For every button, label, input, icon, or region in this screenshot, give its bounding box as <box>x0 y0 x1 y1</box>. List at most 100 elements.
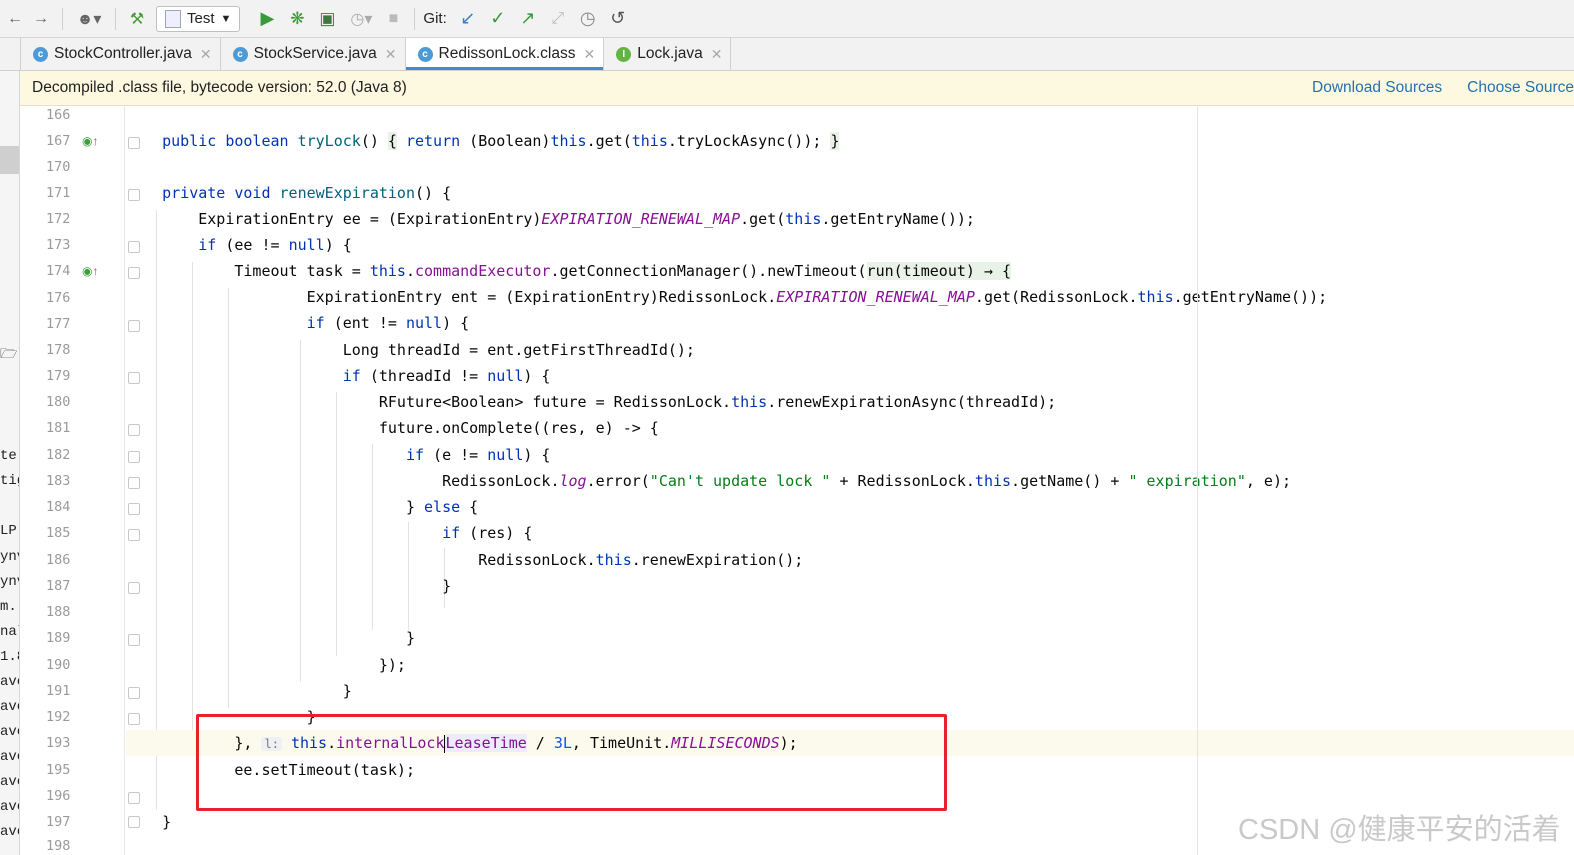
code-token: this <box>595 551 632 569</box>
profile-dropdown-icon[interactable]: ◷▾ <box>342 6 380 32</box>
line-number: 193 <box>46 735 71 751</box>
code-token: EXPIRATION_RENEWAL_MAP <box>541 210 741 228</box>
line-number: 173 <box>46 237 71 253</box>
close-icon[interactable]: ✕ <box>200 46 212 63</box>
line-number: 184 <box>46 499 71 515</box>
toolbar-divider <box>115 7 116 30</box>
line-number: 192 <box>46 709 71 725</box>
line-number: 167 <box>46 133 71 149</box>
panel-text-fragment: ave <box>0 674 19 690</box>
download-sources-link[interactable]: Download Sources <box>1312 79 1442 97</box>
interface-icon: I <box>616 46 632 62</box>
watermark-text: CSDN @健康平安的活着 <box>1238 814 1561 846</box>
override-marker-icon[interactable]: ◉↑ <box>82 264 98 278</box>
debug-icon[interactable]: ❋ <box>282 6 312 32</box>
forward-arrow-icon[interactable]: → <box>28 6 54 32</box>
code-line: RedissonLock.log.error("Can't update loc… <box>126 468 1574 494</box>
toolbar-divider <box>414 7 416 30</box>
decompiled-notice-banner: Decompiled .class file, bytecode version… <box>20 71 1574 106</box>
code-line: if (ee != null) { <box>126 232 1574 258</box>
line-number: 170 <box>46 159 71 175</box>
code-token: } <box>405 629 415 647</box>
code-line: future.onComplete((res, e) -> { <box>126 415 1574 441</box>
code-token: .error( <box>586 472 650 490</box>
code-token: null <box>405 314 443 332</box>
main-toolbar: ← → ☻▾ ⚒ Test ▼ ▶ ❋ ▣ ◷▾ ■ Git: ↙ ✓ ↗ ⤢ … <box>0 0 1574 38</box>
code-token: (res) { <box>460 524 533 542</box>
code-token: void <box>234 184 271 202</box>
code-token: RFuture<Boolean> future = RedissonLock. <box>378 393 732 411</box>
code-line: Long threadId = ent.getFirstThreadId(); <box>126 337 1574 363</box>
tab-redissonlock[interactable]: c RedissonLock.class ✕ <box>405 38 605 70</box>
panel-text-fragment: m. <box>0 599 17 615</box>
code-line: if (res) { <box>126 520 1574 546</box>
git-history-icon[interactable]: ◷ <box>573 6 603 32</box>
choose-sources-link[interactable]: Choose Source <box>1467 79 1574 97</box>
code-token: ) { <box>324 236 352 254</box>
code-token: .tryLockAsync()); <box>667 132 822 150</box>
code-token: } <box>162 813 172 831</box>
git-label: Git: <box>423 10 447 27</box>
code-line: ExpirationEntry ee = (ExpirationEntry)EX… <box>126 206 1574 232</box>
code-token: .renewExpiration(); <box>631 551 804 569</box>
code-token: .getName() + <box>1011 472 1129 490</box>
git-update-icon[interactable]: ↙ <box>453 6 483 32</box>
git-push-icon[interactable]: ↗ <box>513 6 543 32</box>
back-arrow-icon[interactable]: ← <box>2 6 28 32</box>
code-token: .getConnectionManager().newTimeout( <box>550 262 867 280</box>
tab-stockcontroller[interactable]: c StockController.java ✕ <box>21 38 221 70</box>
close-icon[interactable]: ✕ <box>385 46 397 63</box>
code-line: }); <box>126 652 1574 678</box>
line-number: 198 <box>46 838 71 854</box>
panel-text-fragment: ave <box>0 724 19 740</box>
editor-gutter[interactable]: 166 167 170 171 172 173 174 176 177 178 … <box>20 106 140 855</box>
right-margin-guide <box>1197 106 1198 855</box>
code-line: private void renewExpiration() { <box>126 180 1574 206</box>
code-token: .renewExpirationAsync(threadId); <box>767 393 1057 411</box>
line-number: 186 <box>46 552 71 568</box>
line-number: 197 <box>46 814 71 830</box>
code-line: } <box>126 678 1574 704</box>
code-token: } <box>405 498 425 516</box>
code-token: this <box>785 210 822 228</box>
class-icon: c <box>33 46 48 62</box>
run-icon[interactable]: ▶ <box>252 6 282 32</box>
git-merge-icon[interactable]: ⤢ <box>543 6 573 32</box>
code-token: tryLock <box>297 132 361 150</box>
line-number: 187 <box>46 578 71 594</box>
panel-text-fragment: ave <box>0 774 19 790</box>
override-marker-icon[interactable]: ◉↑ <box>82 134 98 148</box>
run-configuration-select[interactable]: Test ▼ <box>156 5 241 32</box>
code-token: this <box>631 132 668 150</box>
panel-text-fragment: 1.8 <box>0 649 19 665</box>
code-line: public boolean tryLock() { return (Boole… <box>126 128 1574 154</box>
run-configuration-label: Test <box>187 10 215 27</box>
build-hammer-icon[interactable]: ⚒ <box>124 6 150 32</box>
git-commit-icon[interactable]: ✓ <box>483 6 513 32</box>
code-token: }); <box>378 656 406 674</box>
panel-text-fragment: nal <box>0 624 19 640</box>
git-rollback-icon[interactable]: ↺ <box>603 6 633 32</box>
code-token: log <box>559 472 587 490</box>
stop-icon[interactable]: ■ <box>380 6 406 32</box>
panel-selection-highlight <box>0 146 19 174</box>
line-number: 172 <box>46 211 71 227</box>
tab-stockservice[interactable]: c StockService.java ✕ <box>221 38 406 70</box>
line-number: 166 <box>46 107 71 123</box>
run-coverage-icon[interactable]: ▣ <box>312 6 342 32</box>
tab-lock[interactable]: I Lock.java ✕ <box>604 38 732 70</box>
code-token: .get(RedissonLock. <box>974 288 1138 306</box>
code-token: private <box>162 184 226 202</box>
code-token: run(timeout) → { <box>866 262 1012 280</box>
close-icon[interactable]: ✕ <box>711 46 723 63</box>
panel-text-fragment: ave <box>0 699 19 715</box>
code-token: { <box>460 498 479 516</box>
user-dropdown-icon[interactable]: ☻▾ <box>71 6 107 32</box>
code-line: RFuture<Boolean> future = RedissonLock.t… <box>126 389 1574 415</box>
code-line: } else { <box>126 494 1574 520</box>
line-number: 180 <box>46 394 71 410</box>
code-token: this <box>1137 288 1174 306</box>
code-token: if <box>442 524 461 542</box>
code-token: ExpirationEntry ent = (ExpirationEntry)R… <box>306 288 777 306</box>
close-icon[interactable]: ✕ <box>584 46 596 63</box>
